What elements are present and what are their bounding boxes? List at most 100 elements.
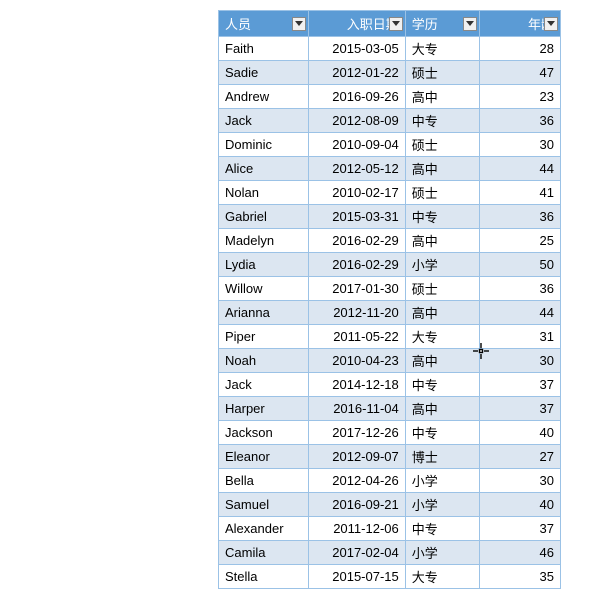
table-row[interactable]: Andrew2016-09-26高中23 [219, 85, 561, 109]
cell-date[interactable]: 2011-12-06 [309, 517, 406, 541]
filter-dropdown-icon[interactable] [292, 17, 306, 31]
cell-age[interactable]: 36 [480, 205, 561, 229]
table-row[interactable]: Nolan2010-02-17硕士41 [219, 181, 561, 205]
cell-name[interactable]: Alice [219, 157, 309, 181]
cell-age[interactable]: 41 [480, 181, 561, 205]
cell-age[interactable]: 47 [480, 61, 561, 85]
table-row[interactable]: Noah2010-04-23高中30 [219, 349, 561, 373]
cell-edu[interactable]: 硕士 [405, 277, 480, 301]
cell-edu[interactable]: 硕士 [405, 181, 480, 205]
cell-age[interactable]: 23 [480, 85, 561, 109]
cell-name[interactable]: Bella [219, 469, 309, 493]
cell-date[interactable]: 2010-02-17 [309, 181, 406, 205]
cell-date[interactable]: 2010-09-04 [309, 133, 406, 157]
cell-name[interactable]: Sadie [219, 61, 309, 85]
cell-date[interactable]: 2012-05-12 [309, 157, 406, 181]
cell-name[interactable]: Alexander [219, 517, 309, 541]
cell-edu[interactable]: 硕士 [405, 61, 480, 85]
cell-age[interactable]: 37 [480, 517, 561, 541]
header-age[interactable]: 年龄 [480, 11, 561, 37]
cell-age[interactable]: 36 [480, 277, 561, 301]
cell-name[interactable]: Lydia [219, 253, 309, 277]
cell-date[interactable]: 2016-02-29 [309, 253, 406, 277]
cell-edu[interactable]: 小学 [405, 493, 480, 517]
cell-name[interactable]: Eleanor [219, 445, 309, 469]
cell-date[interactable]: 2012-11-20 [309, 301, 406, 325]
cell-age[interactable]: 40 [480, 421, 561, 445]
cell-name[interactable]: Samuel [219, 493, 309, 517]
header-edu[interactable]: 学历 [405, 11, 480, 37]
cell-edu[interactable]: 高中 [405, 349, 480, 373]
table-row[interactable]: Madelyn2016-02-29高中25 [219, 229, 561, 253]
cell-name[interactable]: Dominic [219, 133, 309, 157]
table-row[interactable]: Lydia2016-02-29小学50 [219, 253, 561, 277]
cell-name[interactable]: Nolan [219, 181, 309, 205]
cell-date[interactable]: 2011-05-22 [309, 325, 406, 349]
cell-date[interactable]: 2015-07-15 [309, 565, 406, 589]
table-row[interactable]: Jackson2017-12-26中专40 [219, 421, 561, 445]
cell-edu[interactable]: 高中 [405, 397, 480, 421]
table-row[interactable]: Samuel2016-09-21小学40 [219, 493, 561, 517]
table-row[interactable]: Stella2015-07-15大专35 [219, 565, 561, 589]
cell-name[interactable]: Arianna [219, 301, 309, 325]
cell-date[interactable]: 2012-01-22 [309, 61, 406, 85]
table-row[interactable]: Eleanor2012-09-07博士27 [219, 445, 561, 469]
cell-edu[interactable]: 高中 [405, 85, 480, 109]
table-row[interactable]: Harper2016-11-04高中37 [219, 397, 561, 421]
cell-name[interactable]: Faith [219, 37, 309, 61]
cell-date[interactable]: 2010-04-23 [309, 349, 406, 373]
cell-name[interactable]: Noah [219, 349, 309, 373]
table-row[interactable]: Alexander2011-12-06中专37 [219, 517, 561, 541]
cell-date[interactable]: 2012-04-26 [309, 469, 406, 493]
cell-age[interactable]: 36 [480, 109, 561, 133]
cell-age[interactable]: 44 [480, 301, 561, 325]
filter-dropdown-icon[interactable] [389, 17, 403, 31]
cell-age[interactable]: 27 [480, 445, 561, 469]
cell-edu[interactable]: 小学 [405, 469, 480, 493]
cell-date[interactable]: 2014-12-18 [309, 373, 406, 397]
filter-dropdown-icon[interactable] [463, 17, 477, 31]
table-row[interactable]: Camila2017-02-04小学46 [219, 541, 561, 565]
header-date[interactable]: 入职日期 [309, 11, 406, 37]
cell-date[interactable]: 2017-12-26 [309, 421, 406, 445]
cell-name[interactable]: Jackson [219, 421, 309, 445]
cell-edu[interactable]: 中专 [405, 109, 480, 133]
cell-edu[interactable]: 大专 [405, 37, 480, 61]
header-name[interactable]: 人员 [219, 11, 309, 37]
cell-edu[interactable]: 中专 [405, 421, 480, 445]
cell-edu[interactable]: 中专 [405, 205, 480, 229]
cell-name[interactable]: Andrew [219, 85, 309, 109]
cell-edu[interactable]: 高中 [405, 229, 480, 253]
filter-dropdown-icon[interactable] [544, 17, 558, 31]
table-row[interactable]: Piper2011-05-22大专31 [219, 325, 561, 349]
cell-age[interactable]: 28 [480, 37, 561, 61]
cell-date[interactable]: 2016-09-21 [309, 493, 406, 517]
cell-age[interactable]: 50 [480, 253, 561, 277]
cell-name[interactable]: Stella [219, 565, 309, 589]
cell-date[interactable]: 2012-08-09 [309, 109, 406, 133]
table-row[interactable]: Arianna2012-11-20高中44 [219, 301, 561, 325]
cell-edu[interactable]: 硕士 [405, 133, 480, 157]
cell-edu[interactable]: 大专 [405, 565, 480, 589]
cell-date[interactable]: 2015-03-05 [309, 37, 406, 61]
cell-edu[interactable]: 博士 [405, 445, 480, 469]
cell-age[interactable]: 40 [480, 493, 561, 517]
cell-edu[interactable]: 小学 [405, 253, 480, 277]
table-row[interactable]: Dominic2010-09-04硕士30 [219, 133, 561, 157]
cell-date[interactable]: 2017-02-04 [309, 541, 406, 565]
cell-age[interactable]: 25 [480, 229, 561, 253]
cell-name[interactable]: Madelyn [219, 229, 309, 253]
cell-age[interactable]: 30 [480, 133, 561, 157]
cell-name[interactable]: Gabriel [219, 205, 309, 229]
cell-name[interactable]: Camila [219, 541, 309, 565]
table-row[interactable]: Willow2017-01-30硕士36 [219, 277, 561, 301]
cell-name[interactable]: Harper [219, 397, 309, 421]
cell-name[interactable]: Willow [219, 277, 309, 301]
cell-name[interactable]: Jack [219, 109, 309, 133]
table-row[interactable]: Jack2014-12-18中专37 [219, 373, 561, 397]
cell-edu[interactable]: 高中 [405, 301, 480, 325]
cell-date[interactable]: 2015-03-31 [309, 205, 406, 229]
cell-age[interactable]: 30 [480, 469, 561, 493]
cell-date[interactable]: 2017-01-30 [309, 277, 406, 301]
cell-name[interactable]: Jack [219, 373, 309, 397]
